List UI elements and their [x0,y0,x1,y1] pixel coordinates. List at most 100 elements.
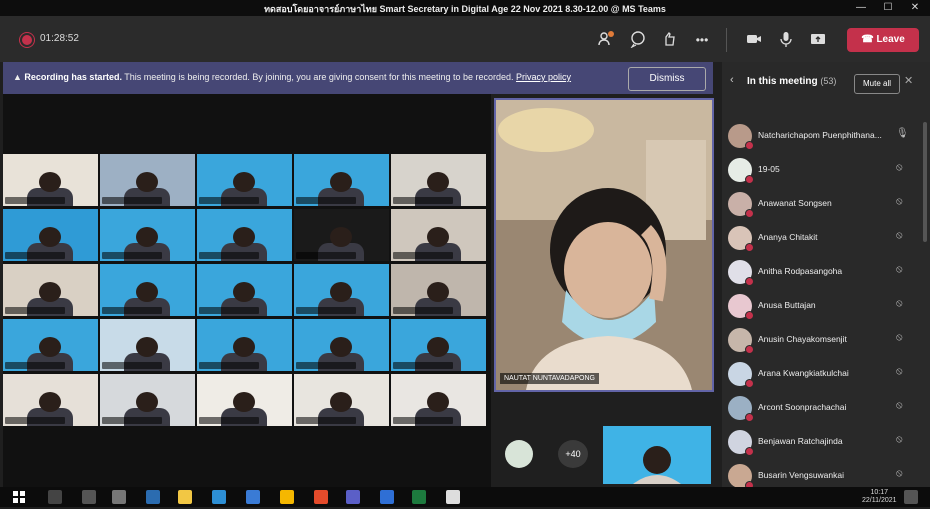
gallery-video-tile[interactable] [100,209,195,261]
camera-icon[interactable] [744,30,764,50]
gallery-video-tile[interactable] [391,319,486,371]
gallery-video-tile[interactable] [391,264,486,316]
participant-row[interactable]: Anawanat Songsen ⦸ [722,188,930,222]
gallery-video-tile[interactable] [3,154,98,206]
privacy-policy-link[interactable]: Privacy policy [516,72,571,82]
participants-icon[interactable] [596,30,616,50]
reactions-icon[interactable] [660,30,680,50]
gallery-video-tile[interactable] [294,154,389,206]
participant-row[interactable]: Anusa Buttajan ⦸ [722,290,930,324]
participant-name: Natcharichapom Puenphithana... [758,130,882,140]
file-explorer-icon[interactable] [178,490,192,504]
participant-row[interactable]: Natcharichapom Puenphithana... 🎙 [722,120,930,154]
participant-name: 19-05 [758,164,780,174]
gallery-video-tile[interactable] [100,374,195,426]
gallery-video-tile[interactable] [100,154,195,206]
word-icon[interactable] [380,490,394,504]
status-dot-icon [745,413,754,422]
edge-icon[interactable] [212,490,226,504]
dismiss-button[interactable]: Dismiss [628,67,706,91]
mute-all-button[interactable]: Mute all [854,74,900,94]
muted-microphone-icon: ⦸ [896,298,903,309]
participant-row[interactable]: Arana Kwangkiatkulchai ⦸ [722,358,930,392]
chrome-icon[interactable] [314,490,328,504]
tile-name-tag [199,307,259,314]
close-icon[interactable]: ✕ [904,74,913,87]
participant-name: Benjawan Ratchajinda [758,436,843,446]
notepad-icon[interactable] [446,490,460,504]
outlook-icon[interactable] [246,490,260,504]
teams-icon[interactable] [346,490,360,504]
gallery-video-tile[interactable] [197,154,292,206]
gallery-video-tile[interactable] [100,264,195,316]
store-icon[interactable] [112,490,126,504]
gallery-video-tile[interactable] [391,374,486,426]
microphone-icon[interactable] [776,30,796,50]
tile-name-tag [5,362,65,369]
more-actions-icon[interactable]: ••• [692,30,712,50]
gallery-video-tile[interactable] [197,319,292,371]
gallery-video-tile[interactable] [391,154,486,206]
gallery-video-tile[interactable] [294,319,389,371]
gallery-video-tile[interactable] [294,209,389,261]
participant-name: Ananya Chitakit [758,232,818,242]
gallery-video-tile[interactable] [197,209,292,261]
participant-row[interactable]: Anitha Rodpasangoha ⦸ [722,256,930,290]
gallery-video-tile[interactable] [3,264,98,316]
recording-indicator-icon [22,35,32,45]
windows-start-icon[interactable] [12,490,26,504]
scrollbar[interactable] [923,122,927,242]
toolbar-divider [726,28,727,52]
status-dot-icon [745,209,754,218]
participant-row[interactable]: Arcont Soonprachachai ⦸ [722,392,930,426]
gallery-video-tile[interactable] [3,374,98,426]
gallery-video-tile[interactable] [391,209,486,261]
chat-icon[interactable] [628,30,648,50]
chevron-left-icon[interactable]: ‹ [730,74,734,86]
participant-head [427,227,449,247]
gallery-video-tile[interactable] [3,209,98,261]
minimize-button[interactable]: — [850,1,872,15]
search-icon[interactable] [48,490,62,504]
tile-name-tag [296,197,356,204]
close-window-button[interactable]: ✕ [904,1,926,15]
gallery-video-tile[interactable] [197,374,292,426]
self-preview-image [603,426,711,484]
tile-name-tag [199,197,259,204]
gallery-video-tile[interactable] [294,374,389,426]
video-stage [3,94,491,487]
participant-head [233,227,255,247]
self-avatar[interactable] [505,440,533,468]
status-dot-icon [745,447,754,456]
maximize-button[interactable]: ☐ [877,1,899,15]
participant-head [136,172,158,192]
muted-microphone-icon: ⦸ [896,468,903,479]
gallery-video-tile[interactable] [3,319,98,371]
notification-icon[interactable] [904,490,918,504]
task-view-icon[interactable] [82,490,96,504]
muted-microphone-icon: ⦸ [896,196,903,207]
spotlight-name-tag: NAUTAT NUNTAVADAPONG [500,373,600,384]
mail-icon[interactable] [146,490,160,504]
excel-icon[interactable] [412,490,426,504]
participant-row[interactable]: Benjawan Ratchajinda ⦸ [722,426,930,460]
gallery-video-tile[interactable] [294,264,389,316]
more-participants-count[interactable]: +40 [558,440,588,468]
muted-microphone-icon: ⦸ [896,264,903,275]
participant-row[interactable]: Anusin Chayakomsenjit ⦸ [722,324,930,358]
app-icon[interactable] [280,490,294,504]
gallery-video-tile[interactable] [100,319,195,371]
participant-head [427,392,449,412]
tile-name-tag [393,307,453,314]
share-screen-icon[interactable] [808,30,828,50]
leave-button[interactable]: ☎ Leave [847,28,919,52]
spotlight-video[interactable]: NAUTAT NUNTAVADAPONG [494,98,714,392]
panel-header: ‹ In this meeting (53) Mute all ✕ [722,62,930,102]
status-dot-icon [745,243,754,252]
muted-microphone-icon: ⦸ [896,162,903,173]
participant-row[interactable]: 19-05 ⦸ [722,154,930,188]
participant-row[interactable]: Ananya Chitakit ⦸ [722,222,930,256]
gallery-video-tile[interactable] [197,264,292,316]
self-preview-video[interactable] [603,426,711,484]
participant-gallery [3,154,491,432]
